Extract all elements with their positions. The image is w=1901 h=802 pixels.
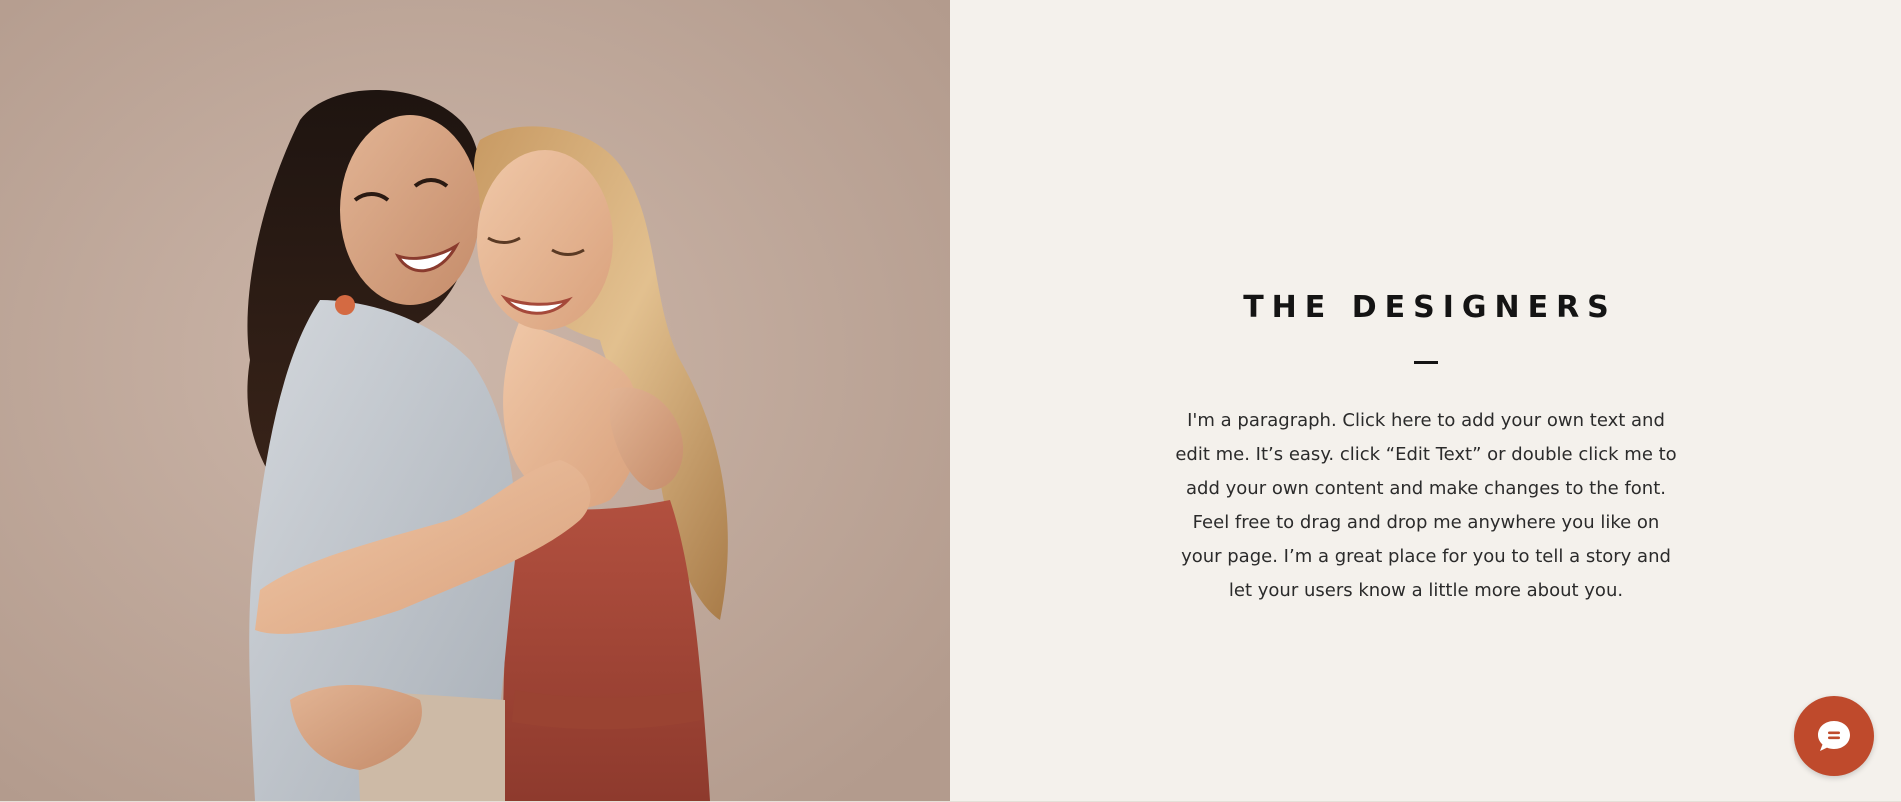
chat-button[interactable] (1794, 696, 1874, 776)
paragraph-line: add your own content and make changes to… (1186, 478, 1666, 499)
page: THE DESIGNERS I'm a paragraph. Click her… (0, 0, 1901, 802)
designers-text-panel: THE DESIGNERS I'm a paragraph. Click her… (950, 0, 1901, 801)
chat-bubble-icon (1818, 721, 1850, 751)
section-heading: THE DESIGNERS (1243, 290, 1617, 325)
designers-paragraph: I'm a paragraph. Click here to add your … (1156, 404, 1696, 608)
paragraph-line: Feel free to drag and drop me anywhere y… (1192, 512, 1660, 533)
designers-photo (0, 0, 950, 801)
paragraph-line: let your users know a little more about … (1228, 580, 1624, 601)
designers-content: THE DESIGNERS I'm a paragraph. Click her… (1156, 286, 1696, 608)
left-woman-face (340, 115, 480, 305)
paragraph-line: your page. I’m a great place for you to … (1181, 546, 1671, 567)
paragraph-line: I'm a paragraph. Click here to add your … (1187, 410, 1665, 431)
earring (335, 295, 355, 315)
heading-divider (1414, 361, 1438, 364)
paragraph-line: edit me. It’s easy. click “Edit Text” or… (1175, 444, 1677, 465)
